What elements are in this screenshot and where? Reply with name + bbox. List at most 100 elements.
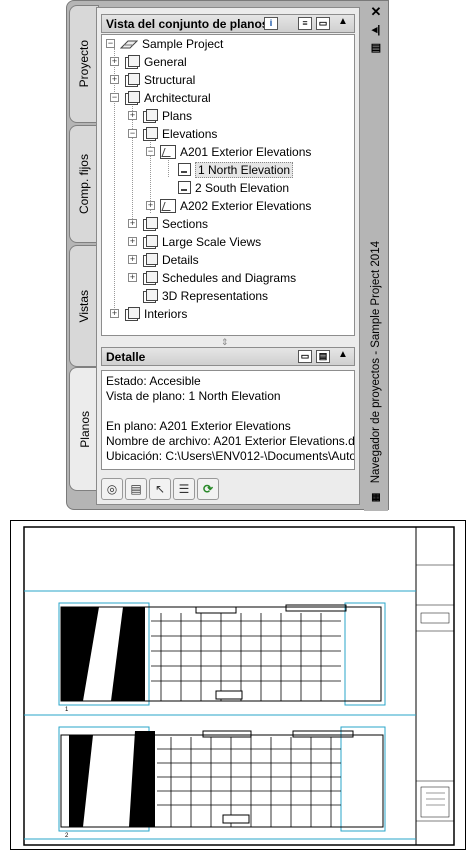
- tab-strip: Proyecto Comp. fijos Vistas Planos: [67, 1, 99, 511]
- tree-item-sections[interactable]: + Sections: [128, 215, 209, 232]
- sheet-set-header: Vista del conjunto de planos i ≡ ▭ ▲: [101, 14, 355, 33]
- tree-item-a202[interactable]: + A202 Exterior Elevations: [146, 197, 311, 214]
- palette-vertical-title: Navegador de proyectos - Sample Project …: [366, 233, 386, 491]
- node-label: 3D Representations: [162, 288, 269, 303]
- tree-root[interactable]: − Sample Project: [106, 35, 223, 52]
- tree-item-3d-representations[interactable]: 3D Representations: [142, 287, 268, 304]
- tree-item-architectural[interactable]: − Architectural: [110, 89, 211, 106]
- collapse-toggle-icon[interactable]: −: [128, 129, 137, 138]
- collapse-toggle-icon[interactable]: −: [146, 147, 155, 156]
- sheet-set-icon: [119, 38, 139, 50]
- subset-folder-icon: [124, 306, 140, 321]
- preview-icon[interactable]: ▭: [298, 350, 312, 363]
- elevation-label: 1: [65, 707, 69, 713]
- refresh-button[interactable]: ⟳: [197, 478, 219, 500]
- palette-toolbar: ◎ ▤ ↖ ☰ ⟳: [101, 478, 219, 502]
- tree-item-large-scale-views[interactable]: + Large Scale Views: [128, 233, 262, 250]
- subset-folder-icon: [142, 108, 158, 123]
- view-options-icon[interactable]: ≡: [298, 17, 312, 30]
- detail-panel: Estado: Accesible Vista de plano: 1 Nort…: [101, 370, 355, 470]
- tree-item-north-elevation[interactable]: 1 North Elevation: [178, 161, 294, 178]
- select-view-button[interactable]: ↖: [149, 478, 171, 500]
- tab-label: Vistas: [77, 289, 91, 323]
- detail-on-sheet: En plano: A201 Exterior Elevations: [106, 419, 291, 433]
- subset-folder-icon: [142, 234, 158, 249]
- tree-item-plans[interactable]: + Plans: [128, 107, 193, 124]
- detail-title: Detalle: [106, 349, 146, 364]
- node-label: Schedules and Diagrams: [162, 270, 297, 285]
- subset-folder-icon: [142, 270, 158, 285]
- subset-folder-icon: [142, 288, 158, 303]
- close-icon[interactable]: ✕: [369, 5, 383, 19]
- properties-menu-icon[interactable]: ▤: [369, 41, 383, 55]
- expand-toggle-icon[interactable]: +: [128, 255, 137, 264]
- tab-planos[interactable]: Planos: [69, 367, 99, 491]
- tree-item-general[interactable]: + General: [110, 53, 187, 70]
- subset-folder-icon: [124, 90, 140, 105]
- detail-status: Estado: Accesible: [106, 374, 201, 388]
- tree-item-interiors[interactable]: + Interiors: [110, 305, 188, 322]
- list-icon: ☰: [178, 482, 190, 496]
- collapse-toggle-icon[interactable]: −: [106, 39, 115, 48]
- detail-sheet-view: Vista de plano: 1 North Elevation: [106, 389, 281, 403]
- expand-toggle-icon[interactable]: +: [146, 201, 155, 210]
- node-label: Plans: [162, 108, 193, 123]
- sheet-icon: [160, 144, 176, 159]
- detail-location: Ubicación: C:\Users\ENV012-\Documents\Au…: [106, 449, 355, 463]
- tab-label: Planos: [77, 410, 92, 448]
- node-label: Elevations: [162, 126, 218, 141]
- expand-toggle-icon[interactable]: +: [128, 219, 137, 228]
- node-label: 2 South Elevation: [195, 180, 290, 195]
- autohide-icon[interactable]: ◂|: [369, 23, 383, 37]
- refresh-icon: ⟳: [202, 482, 214, 496]
- collapse-toggle-icon[interactable]: −: [110, 93, 119, 102]
- open-sheet-button[interactable]: ◎: [101, 478, 123, 500]
- tab-vistas[interactable]: Vistas: [69, 245, 99, 367]
- node-label: Architectural: [144, 90, 211, 105]
- node-label: Large Scale Views: [162, 234, 262, 249]
- subset-folder-icon: [142, 252, 158, 267]
- info-icon[interactable]: i: [264, 17, 278, 30]
- collapse-arrow-icon[interactable]: ▲: [338, 349, 348, 360]
- tab-comp-fijos[interactable]: Comp. fijos: [69, 125, 99, 243]
- globe-icon: ◎: [106, 482, 118, 496]
- elevation-label: 2: [65, 833, 69, 839]
- south-elevation-drawing: [58, 726, 386, 832]
- sheet-list-button[interactable]: ☰: [173, 478, 195, 500]
- tab-label: Comp. fijos: [77, 153, 91, 215]
- pointer-icon: ↖: [154, 482, 166, 496]
- expand-toggle-icon[interactable]: +: [110, 57, 119, 66]
- node-label: Sample Project: [142, 36, 224, 51]
- expand-toggle-icon[interactable]: +: [110, 75, 119, 84]
- tree-item-elevations[interactable]: − Elevations: [128, 125, 218, 142]
- subset-folder-icon: [142, 216, 158, 231]
- north-elevation-drawing: [58, 602, 386, 706]
- tab-proyecto[interactable]: Proyecto: [69, 5, 99, 123]
- tree-item-schedules[interactable]: + Schedules and Diagrams: [128, 269, 297, 286]
- sheet-set-title: Vista del conjunto de planos: [106, 16, 269, 31]
- tree-item-a201[interactable]: − A201 Exterior Elevations: [146, 143, 311, 160]
- node-label: Interiors: [144, 306, 188, 321]
- new-sheet-icon[interactable]: ▭: [316, 17, 330, 30]
- tab-label: Proyecto: [77, 40, 91, 88]
- node-label: General: [144, 54, 187, 69]
- tree-item-structural[interactable]: + Structural: [110, 71, 195, 88]
- project-navigator-palette: Proyecto Comp. fijos Vistas Planos Vista…: [66, 0, 389, 511]
- sheet-view-icon: [178, 163, 191, 176]
- expand-toggle-icon[interactable]: +: [128, 237, 137, 246]
- node-label: Details: [162, 252, 199, 267]
- subset-folder-icon: [124, 54, 140, 69]
- sheet-set-tree: − Sample Project + General + Structural …: [101, 34, 355, 336]
- tree-item-south-elevation[interactable]: 2 South Elevation: [178, 179, 289, 196]
- details-view-icon[interactable]: ▤: [316, 350, 330, 363]
- detail-file-name: Nombre de archivo: A201 Exterior Elevati…: [106, 434, 355, 448]
- tree-item-details[interactable]: + Details: [128, 251, 199, 268]
- new-sheet-button[interactable]: ▤: [125, 478, 147, 500]
- expand-toggle-icon[interactable]: +: [128, 111, 137, 120]
- expand-toggle-icon[interactable]: +: [128, 273, 137, 282]
- grip-icon[interactable]: ▦: [369, 491, 383, 505]
- expand-toggle-icon[interactable]: +: [110, 309, 119, 318]
- node-label: Sections: [162, 216, 209, 231]
- collapse-arrow-icon[interactable]: ▲: [338, 16, 348, 27]
- node-label-selected: 1 North Elevation: [195, 161, 294, 178]
